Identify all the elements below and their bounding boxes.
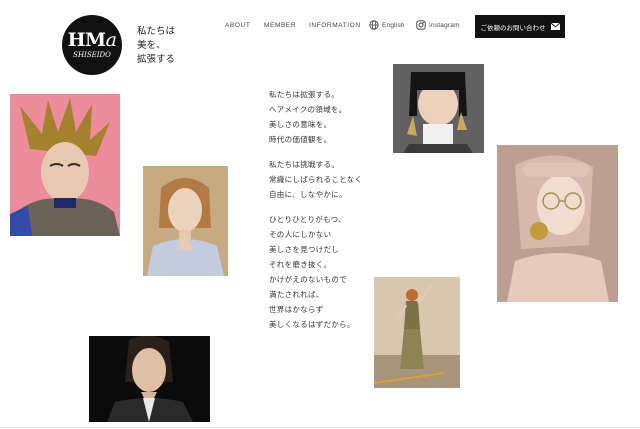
mail-icon — [550, 23, 560, 30]
tagline-line: 拡張する — [137, 54, 176, 65]
nav-about[interactable]: ABOUT — [225, 22, 250, 29]
nav-information[interactable]: INFORMATION — [309, 22, 361, 29]
poem-stanza: 私たちは挑戦する。 常識にしばられることなく 自由に、しなやかに。 — [269, 157, 379, 202]
poem-line: 美しさの意味を。 — [269, 120, 332, 129]
poem-line: ヘアメイクの領域を。 — [269, 105, 347, 114]
contact-button-label: ご依頼のお問い合わせ — [480, 24, 546, 32]
model-photo-bob-hair[interactable] — [143, 166, 228, 276]
poem-line: 私たちは拡張する。 — [269, 90, 340, 99]
model-photo-black-bangs[interactable] — [393, 64, 484, 153]
nav-language-english[interactable]: English — [369, 20, 405, 30]
model-photo-glasses[interactable] — [497, 145, 618, 302]
logo-accent-text: a — [105, 29, 117, 51]
logo-main-text: HM — [67, 29, 106, 51]
tagline: 私たちは 美を、 拡張する — [137, 25, 187, 67]
poem: 私たちは拡張する。 ヘアメイクの領域を。 美しさの意味を。 時代の価値観を。 私… — [269, 87, 379, 342]
poem-line: かけがえのないもので — [269, 275, 347, 284]
poem-line: 満たされれば、 — [269, 290, 324, 299]
nav-member[interactable]: MEMBER — [264, 22, 296, 29]
poem-line: 時代の価値観を。 — [269, 135, 332, 144]
instagram-icon — [416, 20, 426, 30]
poem-line: それを磨き抜く。 — [269, 260, 332, 269]
nav-english-label: English — [382, 21, 405, 29]
globe-icon — [369, 20, 379, 30]
model-photo-dark-portrait[interactable] — [89, 336, 210, 422]
poem-line: 美しさを見つけだし — [269, 245, 340, 254]
nav-instagram-label: Instagram — [429, 21, 460, 29]
tagline-line: 私たちは — [137, 26, 176, 37]
poem-line: 美しくなるはずだから。 — [269, 320, 355, 329]
contact-button[interactable]: ご依頼のお問い合わせ — [475, 15, 565, 38]
logo[interactable]: HMa SHISEIDO — [62, 15, 122, 75]
poem-line: 私たちは挑戦する。 — [269, 160, 340, 169]
poem-stanza: ひとりひとりがもつ、 その人にしかない 美しさを見つけだし それを磨き抜く。 か… — [269, 212, 379, 332]
model-photo-spiky-hair[interactable] — [10, 94, 120, 236]
poem-line: 世界はかならず — [269, 305, 324, 314]
poem-line: ひとりひとりがもつ、 — [269, 215, 346, 224]
page-divider — [0, 427, 640, 428]
tagline-line: 美を、 — [137, 40, 166, 51]
poem-line: 自由に、しなやかに。 — [269, 190, 347, 199]
poem-line: 常識にしばられることなく — [269, 175, 363, 184]
model-photo-full-body[interactable] — [374, 277, 460, 388]
poem-line: その人にしかない — [269, 230, 332, 239]
nav-instagram[interactable]: Instagram — [416, 20, 460, 30]
logo-sub-text: SHISEIDO — [73, 51, 111, 59]
poem-stanza: 私たちは拡張する。 ヘアメイクの領域を。 美しさの意味を。 時代の価値観を。 — [269, 87, 379, 147]
